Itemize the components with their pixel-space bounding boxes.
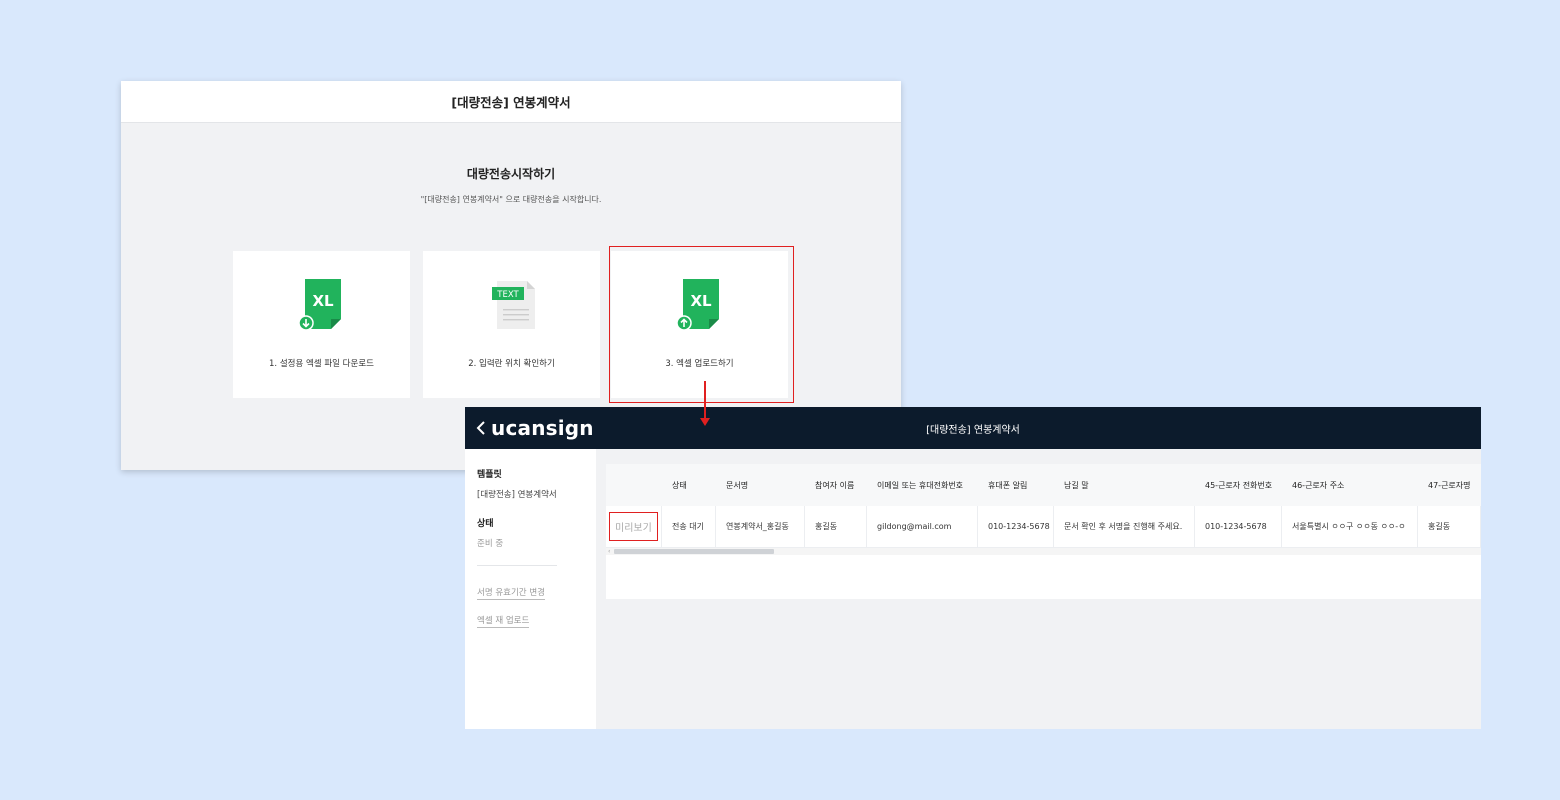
phone-alert-cell: 010-1234-5678 [978, 506, 1054, 547]
sidebar: 템플릿 [대량전송] 연봉계약서 상태 준비 중 서명 유효기간 변경 엑셀 재… [465, 449, 596, 729]
col-header-phone-alert: 휴대폰 알림 [988, 480, 1028, 490]
change-sign-validity-link[interactable]: 서명 유효기간 변경 [477, 586, 545, 600]
scrollbar-thumb[interactable] [614, 549, 774, 554]
col-header-contact: 이메일 또는 휴대전화번호 [877, 480, 964, 490]
col-header-message: 남길 말 [1064, 480, 1089, 490]
template-label: 템플릿 [477, 470, 502, 480]
section-heading: 대량전송시작하기 [466, 167, 556, 181]
col-header-worker-phone: 45-근로자 전화번호 [1205, 480, 1273, 490]
table-header: 상태 문서명 참여자 이름 이메일 또는 휴대전화번호 휴대폰 알림 남길 말 … [606, 464, 1481, 506]
worker-phone-cell: 010-1234-5678 [1195, 506, 1282, 547]
page-title: [대량전송] 연봉계약서 [926, 425, 1020, 436]
ucansign-window: ucansign [대량전송] 연봉계약서 템플릿 [대량전송] 연봉계약서 상… [465, 407, 1481, 729]
recipient-table: 상태 문서명 참여자 이름 이메일 또는 휴대전화번호 휴대폰 알림 남길 말 … [606, 464, 1481, 599]
template-value: [대량전송] 연봉계약서 [477, 490, 557, 500]
flow-arrow-line [704, 381, 706, 419]
horizontal-scrollbar[interactable]: ‹ [606, 548, 1481, 555]
text-file-icon: TEXT [492, 281, 535, 329]
excel-download-icon: XL [299, 279, 341, 331]
svg-text:XL: XL [312, 292, 334, 310]
download-excel-card[interactable]: XL 1. 설정용 엑셀 파일 다운로드 [233, 251, 410, 398]
col-header-doc-name: 문서명 [726, 480, 749, 490]
doc-name-cell: 연봉계약서_홍길동 [716, 506, 805, 547]
col-header-worker-address: 46-근로자 주소 [1292, 480, 1345, 490]
window-title: [대량전송] 연봉계약서 [121, 81, 901, 123]
col-header-participant: 참여자 이름 [815, 480, 855, 490]
check-input-location-card[interactable]: TEXT 2. 입력란 위치 확인하기 [423, 251, 600, 398]
sidebar-divider [477, 565, 557, 566]
participant-cell: 홍길동 [805, 506, 867, 547]
excel-upload-icon: XL [677, 279, 719, 331]
upload-excel-card[interactable]: XL 3. 엑셀 업로드하기 [611, 251, 788, 398]
card-label: 3. 엑셀 업로드하기 [665, 359, 734, 369]
status-label: 상태 [477, 519, 494, 529]
col-header-preview [606, 464, 662, 506]
preview-cell: 미리보기 [606, 506, 662, 547]
svg-text:TEXT: TEXT [496, 290, 519, 300]
table-row: 미리보기 전송 대기 연봉계약서_홍길동 홍길동 gildong@mail.co… [606, 506, 1481, 548]
status-cell: 전송 대기 [662, 506, 716, 547]
col-header-worker-name: 47-근로자명 [1428, 480, 1471, 490]
worker-name-cell: 홍길동 [1418, 506, 1481, 547]
status-value: 준비 중 [477, 539, 504, 549]
flow-arrow-head [700, 418, 710, 426]
svg-text:XL: XL [690, 292, 712, 310]
section-subtitle: "[대량전송] 연봉계약서" 으로 대량전송을 시작합니다. [420, 195, 602, 204]
preview-button[interactable]: 미리보기 [609, 512, 658, 541]
reupload-excel-link[interactable]: 엑셀 재 업로드 [477, 614, 530, 628]
scroll-left-icon[interactable]: ‹ [608, 548, 610, 555]
worker-address-cell: 서울특별시 ㅇㅇ구 ㅇㅇ동 ㅇㅇ-ㅇ [1282, 506, 1418, 547]
card-label: 2. 입력란 위치 확인하기 [468, 359, 555, 369]
top-bar: ucansign [대량전송] 연봉계약서 [465, 407, 1481, 449]
card-label: 1. 설정용 엑셀 파일 다운로드 [269, 359, 374, 369]
contact-cell: gildong@mail.com [867, 506, 978, 547]
col-header-status: 상태 [672, 480, 687, 490]
message-cell: 문서 확인 후 서명을 진행해 주세요. [1054, 506, 1195, 547]
